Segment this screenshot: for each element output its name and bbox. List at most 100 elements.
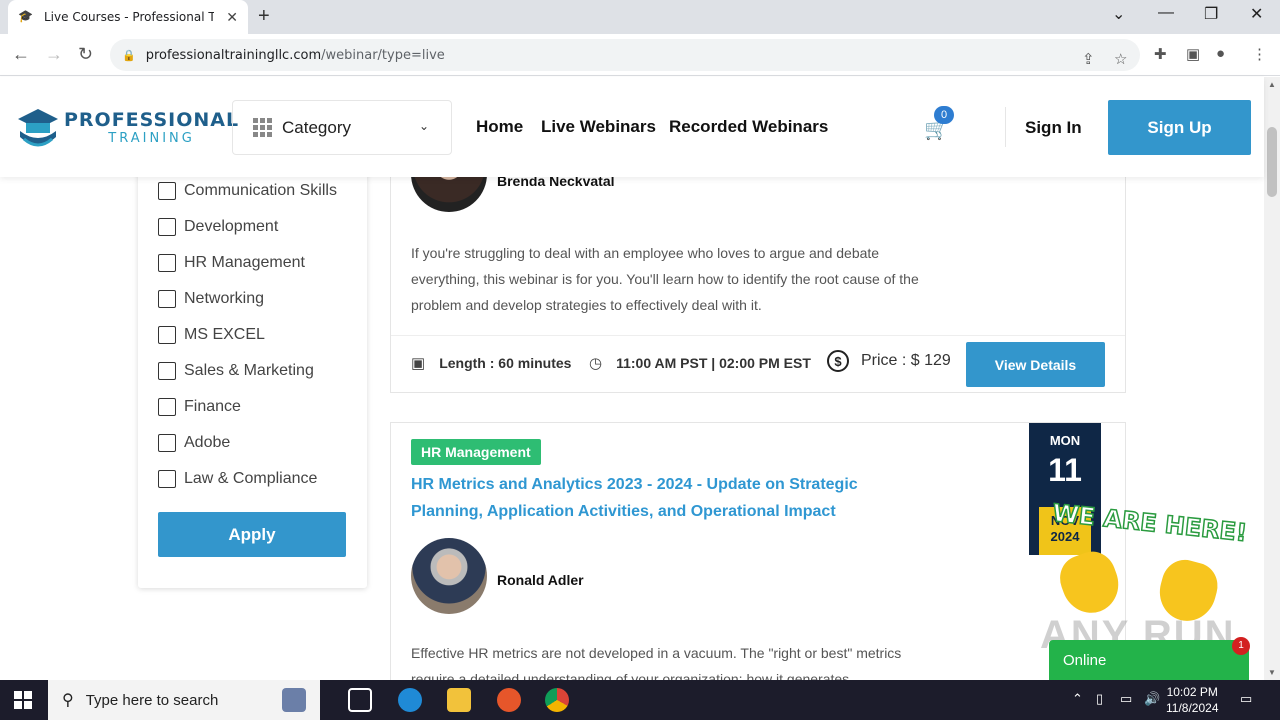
browser-tab[interactable]: 🎓 Live Courses - Professional Trainin ✕ xyxy=(8,0,248,34)
course-card: HR Management HR Metrics and Analytics 2… xyxy=(390,422,1126,702)
reload-icon[interactable]: ↻ xyxy=(78,44,93,65)
volume-icon[interactable]: 🔊 xyxy=(1144,691,1160,707)
minimize-icon[interactable]: — xyxy=(1158,4,1174,22)
course-length: ▣ Length : 60 minutes xyxy=(411,354,571,372)
edge-browser-icon[interactable] xyxy=(398,688,422,712)
side-panel-icon[interactable]: ▣ xyxy=(1186,45,1200,63)
checkbox[interactable] xyxy=(158,398,176,416)
clock-date: 11/8/2024 xyxy=(1166,701,1219,715)
site-logo[interactable]: PROFESSIONAL TRAINING xyxy=(16,101,239,153)
restore-icon[interactable]: ❐ xyxy=(1204,4,1218,24)
filter-label: Communication Skills xyxy=(184,182,337,199)
chrome-icon[interactable] xyxy=(545,688,569,712)
graduation-cap-icon: 🎓 xyxy=(18,9,33,23)
apply-button[interactable]: Apply xyxy=(158,512,346,557)
more-menu-icon[interactable]: ⋮ xyxy=(1252,45,1267,63)
file-explorer-icon[interactable] xyxy=(447,688,471,712)
os-taskbar: ⚲ Type here to search ⌃ ▯ ▭ 🔊 10:02 PM 1… xyxy=(0,680,1280,720)
instructor-name: Ronald Adler xyxy=(497,572,584,588)
category-filter-panel: Communication Skills Development HR Mana… xyxy=(138,150,367,588)
course-time: ◷ 11:00 AM PST | 02:00 PM EST xyxy=(589,354,811,372)
header-divider xyxy=(1005,107,1006,147)
filter-development[interactable]: Development xyxy=(158,218,278,236)
checkbox[interactable] xyxy=(158,434,176,452)
filter-law-compliance[interactable]: Law & Compliance xyxy=(158,470,317,488)
url-bar[interactable]: 🔒 professionaltrainingllc.com /webinar/t… xyxy=(110,39,1140,71)
logo-graduation-icon xyxy=(18,109,58,147)
view-details-button[interactable]: View Details xyxy=(966,342,1105,387)
filter-label: Development xyxy=(184,218,279,235)
nav-live-webinars[interactable]: Live Webinars xyxy=(541,117,656,137)
dollar-icon: $ xyxy=(827,350,849,372)
logo-line2: TRAINING xyxy=(108,130,195,146)
filter-networking[interactable]: Networking xyxy=(158,290,264,308)
checkbox[interactable] xyxy=(158,290,176,308)
network-icon[interactable]: ▭ xyxy=(1120,691,1132,707)
tray-device-icon[interactable]: ▯ xyxy=(1096,691,1103,707)
filter-ms-excel[interactable]: MS EXCEL xyxy=(158,326,265,344)
checkbox[interactable] xyxy=(158,326,176,344)
url-host: professionaltrainingllc.com xyxy=(145,47,322,63)
category-tag[interactable]: HR Management xyxy=(411,439,541,465)
taskbar-clock[interactable]: 10:02 PM 11/8/2024 xyxy=(1166,684,1219,716)
chat-banner: WE ARE HERE! xyxy=(1050,498,1249,548)
scrollbar-thumb[interactable] xyxy=(1267,127,1277,197)
close-window-icon[interactable]: ✕ xyxy=(1250,4,1263,24)
video-icon: ▣ xyxy=(411,355,426,372)
page-scrollbar[interactable]: ▲ ▼ xyxy=(1264,77,1280,680)
checkbox[interactable] xyxy=(158,182,176,200)
firefox-icon[interactable] xyxy=(497,688,521,712)
back-icon[interactable]: ← xyxy=(12,44,30,65)
new-tab-icon[interactable]: + xyxy=(258,5,270,28)
course-title-link[interactable]: HR Metrics and Analytics 2023 - 2024 - U… xyxy=(411,471,911,525)
site-header: PROFESSIONAL TRAINING Category ⌄ Home Li… xyxy=(0,77,1264,177)
scroll-down-icon[interactable]: ▼ xyxy=(1268,668,1276,677)
logo-line1: PROFESSIONAL xyxy=(64,108,240,131)
sign-up-button[interactable]: Sign Up xyxy=(1108,100,1251,155)
filter-sales-marketing[interactable]: Sales & Marketing xyxy=(158,362,314,380)
live-chat-widget[interactable]: ANY RUN WE ARE HERE! Online 1 xyxy=(1040,498,1255,680)
task-view-icon[interactable] xyxy=(348,688,372,712)
filter-finance[interactable]: Finance xyxy=(158,398,241,416)
checkbox[interactable] xyxy=(158,470,176,488)
taskbar-search[interactable]: ⚲ Type here to search xyxy=(48,680,320,720)
profile-icon[interactable]: ● xyxy=(1216,45,1225,62)
close-tab-icon[interactable]: ✕ xyxy=(226,9,238,26)
price-text: Price : $ 129 xyxy=(861,352,951,369)
chat-online-button[interactable]: Online xyxy=(1049,640,1249,680)
filter-label: Finance xyxy=(184,398,241,415)
browser-tabbar: 🎓 Live Courses - Professional Trainin ✕ … xyxy=(0,0,1280,34)
time-text: 11:00 AM PST | 02:00 PM EST xyxy=(616,355,811,371)
tray-chevron-icon[interactable]: ⌃ xyxy=(1072,691,1083,707)
date-weekday: MON xyxy=(1049,433,1081,448)
length-text: Length : 60 minutes xyxy=(439,355,572,371)
course-description: If you're struggling to deal with an emp… xyxy=(411,245,919,313)
date-day: 11 xyxy=(1048,452,1082,488)
checkbox[interactable] xyxy=(158,254,176,272)
category-dropdown[interactable]: Category ⌄ xyxy=(232,100,452,155)
share-icon[interactable]: ⇪ xyxy=(1082,50,1095,68)
filter-adobe[interactable]: Adobe xyxy=(158,434,230,452)
filter-label: Law & Compliance xyxy=(184,470,318,487)
extensions-icon[interactable]: ✚ xyxy=(1154,45,1167,63)
sign-in-link[interactable]: Sign In xyxy=(1025,118,1082,138)
nav-recorded-webinars[interactable]: Recorded Webinars xyxy=(669,117,828,137)
checkbox[interactable] xyxy=(158,362,176,380)
filter-communication-skills[interactable]: Communication Skills xyxy=(158,182,337,200)
tab-search-icon[interactable]: ⌄ xyxy=(1112,4,1125,24)
scroll-up-icon[interactable]: ▲ xyxy=(1268,80,1276,89)
instructor-avatar xyxy=(411,538,487,614)
checkbox[interactable] xyxy=(158,218,176,236)
notifications-icon[interactable]: ▭ xyxy=(1240,691,1252,707)
windows-start-icon[interactable] xyxy=(14,691,32,709)
search-placeholder: Type here to search xyxy=(85,691,219,709)
search-highlight-icon[interactable] xyxy=(282,688,306,712)
forward-icon[interactable]: → xyxy=(45,44,63,65)
course-price: $ Price : $ 129 xyxy=(827,350,951,372)
chat-notification-badge: 1 xyxy=(1232,637,1250,655)
filter-label: Sales & Marketing xyxy=(184,362,314,379)
filter-hr-management[interactable]: HR Management xyxy=(158,254,305,272)
bookmark-star-icon[interactable]: ☆ xyxy=(1114,50,1127,68)
nav-home[interactable]: Home xyxy=(476,117,523,137)
chevron-down-icon: ⌄ xyxy=(418,119,429,133)
